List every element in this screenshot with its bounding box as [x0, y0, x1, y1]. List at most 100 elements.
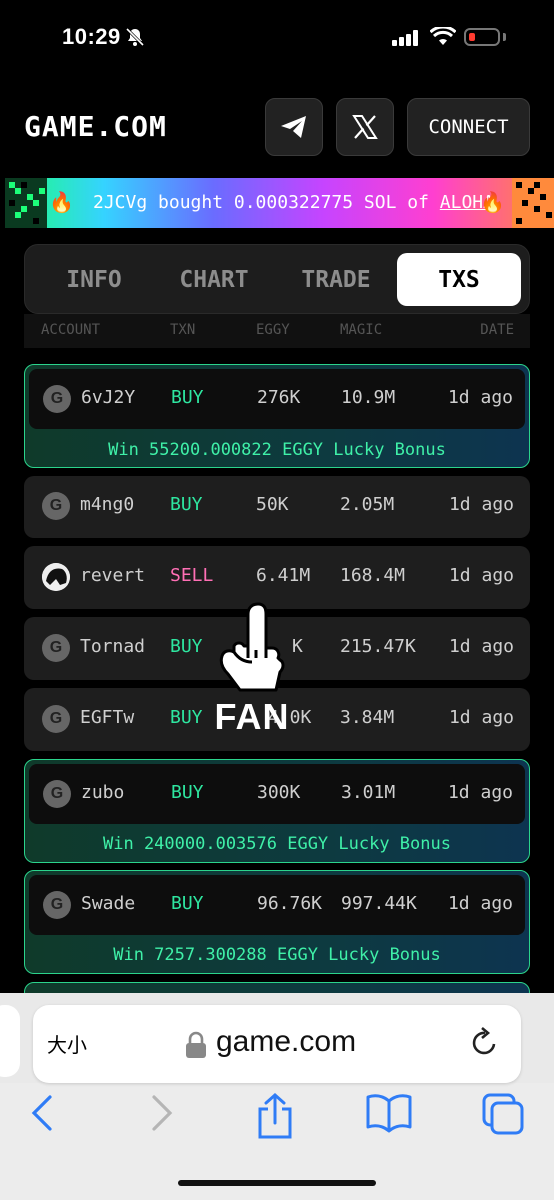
previous-tab-edge[interactable]	[0, 1005, 20, 1077]
row-content: G 6vJ2Y BUY 276K 10.9M 1d ago	[25, 365, 529, 431]
battery-tip	[503, 33, 506, 41]
lucky-bonus-text: Win 7257.300288 EGGY Lucky Bonus	[113, 945, 441, 965]
home-indicator	[178, 1180, 376, 1186]
column-magic: MAGIC	[340, 322, 383, 338]
eggy-amount: 6.41M	[256, 565, 311, 586]
tab-info[interactable]: INFO	[35, 253, 153, 306]
telegram-button[interactable]	[265, 98, 323, 156]
table-row[interactable]: G m4ng0 BUY 50K 2.05M 1d ago	[24, 476, 530, 538]
x-logo-icon	[352, 115, 378, 139]
txn-type: BUY	[171, 782, 204, 803]
account-name[interactable]: EGFTw	[80, 707, 134, 728]
lock-icon	[186, 1031, 206, 1058]
x-twitter-button[interactable]	[336, 98, 394, 156]
page-settings-button[interactable]: 大小	[47, 1029, 87, 1058]
txn-type: BUY	[170, 636, 203, 657]
column-eggy: EGGY	[256, 322, 290, 338]
status-time: 10:29	[62, 24, 121, 49]
tab-trade[interactable]: TRADE	[277, 253, 395, 306]
pixel-decoration-right	[512, 178, 554, 228]
txn-type: BUY	[170, 707, 203, 728]
txn-type: SELL	[170, 565, 214, 586]
tab-txs[interactable]: TXS	[397, 253, 521, 306]
avatar: G	[43, 780, 71, 808]
txn-type: BUY	[170, 494, 203, 515]
table-row[interactable]: G 6vJ2Y BUY 276K 10.9M 1d ago Win 55200.…	[24, 364, 530, 468]
account-name[interactable]: 6vJ2Y	[81, 387, 135, 408]
account-name[interactable]: Tornad	[80, 636, 145, 657]
eggy-amount: 96.76K	[257, 893, 323, 914]
account-name[interactable]: Swade	[81, 893, 135, 914]
pointing-finger-icon	[219, 602, 285, 692]
eggy-amount: 50K	[256, 494, 289, 515]
cellular-signal-icon	[392, 30, 418, 46]
avatar	[42, 563, 70, 591]
bell-slash-icon	[125, 27, 145, 47]
fire-icon: 🔥	[49, 190, 74, 214]
txn-type: BUY	[171, 893, 204, 914]
fire-icon: 🔥	[480, 190, 505, 214]
share-icon[interactable]	[256, 1093, 294, 1139]
column-account: ACCOUNT	[41, 322, 101, 338]
tx-date: 1d ago	[447, 893, 513, 914]
lucky-bonus-text: Win 240000.003576 EGGY Lucky Bonus	[103, 834, 451, 854]
magic-amount: 168.4M	[340, 565, 406, 586]
browser-toolbar	[0, 1093, 554, 1153]
eggy-amount: K	[292, 636, 303, 657]
back-icon[interactable]	[30, 1093, 54, 1133]
magic-amount: 2.05M	[340, 494, 395, 515]
avatar: G	[42, 705, 70, 733]
magic-amount: 3.84M	[340, 707, 395, 728]
tx-date: 1d ago	[448, 494, 514, 515]
ticker-message: 2JCVg bought 0.000322775 SOL of ALOHA	[93, 192, 494, 213]
column-date: DATE	[480, 322, 514, 338]
fan-overlay: FAN	[214, 598, 290, 748]
pixel-decoration-left	[5, 178, 47, 228]
magic-amount: 215.47K	[340, 636, 416, 657]
connect-button[interactable]: CONNECT	[407, 98, 530, 156]
forward-icon[interactable]	[150, 1093, 174, 1133]
tx-date: 1d ago	[447, 387, 513, 408]
row-content: G Swade BUY 96.76K 997.44K 1d ago	[25, 871, 529, 937]
eggy-amount: 300K	[257, 782, 301, 803]
avatar: G	[43, 891, 71, 919]
table-header: ACCOUNT TXN EGGY MAGIC DATE	[24, 314, 530, 348]
account-name[interactable]: revert	[80, 565, 145, 586]
tx-date: 1d ago	[447, 782, 513, 803]
column-txn: TXN	[170, 322, 196, 338]
row-content: G zubo BUY 300K 3.01M 1d ago	[25, 760, 529, 826]
row-content: G m4ng0 BUY 50K 2.05M 1d ago	[24, 472, 530, 538]
magic-amount: 997.44K	[341, 893, 417, 914]
table-row[interactable]: G zubo BUY 300K 3.01M 1d ago Win 240000.…	[24, 759, 530, 863]
tx-date: 1d ago	[448, 636, 514, 657]
battery-icon	[464, 28, 500, 46]
bookmarks-icon[interactable]	[366, 1093, 412, 1133]
eggy-amount: 276K	[257, 387, 301, 408]
activity-ticker[interactable]: 🔥 2JCVg bought 0.000322775 SOL of ALOHA …	[5, 178, 554, 228]
txn-type: BUY	[171, 387, 204, 408]
tx-date: 1d ago	[448, 565, 514, 586]
account-name[interactable]: m4ng0	[80, 494, 134, 515]
avatar: G	[42, 634, 70, 662]
site-header: GAME.COM CONNECT	[0, 96, 554, 160]
tx-date: 1d ago	[448, 707, 514, 728]
table-row[interactable]: G Swade BUY 96.76K 997.44K 1d ago Win 72…	[24, 870, 530, 974]
tabs-icon[interactable]	[482, 1093, 526, 1135]
magic-amount: 10.9M	[341, 387, 396, 408]
status-bar: 10:29	[0, 0, 554, 80]
avatar: G	[42, 492, 70, 520]
url-text[interactable]: game.com	[216, 1025, 356, 1059]
magic-amount: 3.01M	[341, 782, 396, 803]
wifi-icon	[430, 27, 456, 45]
avatar: G	[43, 385, 71, 413]
address-bar[interactable]: 大小 game.com	[33, 1005, 521, 1083]
tab-chart[interactable]: CHART	[155, 253, 273, 306]
lucky-bonus-text: Win 55200.000822 EGGY Lucky Bonus	[108, 440, 446, 460]
browser-chrome: 大小 game.com	[0, 993, 554, 1200]
tab-bar: INFO CHART TRADE TXS	[24, 244, 530, 314]
telegram-icon	[281, 116, 306, 138]
game-logo[interactable]: GAME.COM	[24, 110, 167, 143]
reload-icon[interactable]	[470, 1026, 500, 1058]
fan-label: FAN	[214, 696, 290, 737]
account-name[interactable]: zubo	[81, 782, 124, 803]
